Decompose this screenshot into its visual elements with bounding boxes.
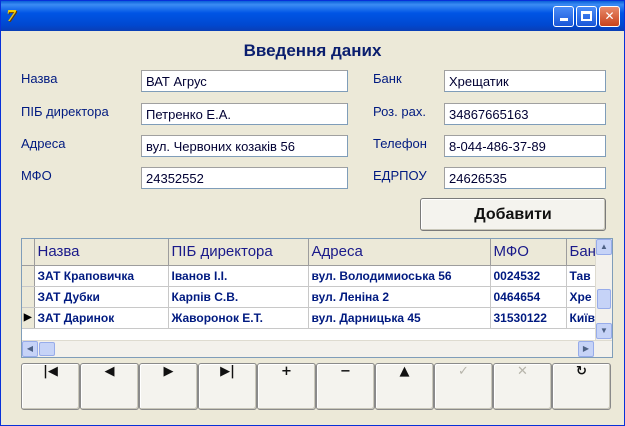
account-label: Роз. рах. — [373, 104, 426, 119]
form-title: Введення даних — [243, 41, 382, 60]
phone-label: Телефон — [373, 136, 427, 151]
account-field[interactable]: 34867665163 — [444, 103, 606, 125]
close-button[interactable]: ✕ — [599, 6, 620, 27]
prior-record-button[interactable]: ◀ — [80, 363, 139, 410]
cell-name[interactable]: ЗАТ Дубки — [34, 286, 169, 308]
column-header-name[interactable]: Назва — [34, 239, 169, 266]
address-label: Адреса — [21, 136, 66, 151]
cancel-record-button[interactable]: ✕ — [493, 363, 552, 410]
row-indicator[interactable] — [22, 265, 35, 287]
title-bar[interactable]: 7 ✕ — [1, 1, 624, 31]
cell-mfo[interactable]: 0024532 — [490, 265, 567, 287]
first-record-button[interactable]: |◀ — [21, 363, 80, 410]
vertical-scrollbar[interactable]: ▲ ▼ — [595, 239, 612, 340]
main-window: 7 ✕ Введення даних Назва ВАТ Агрус ПІБ д… — [0, 0, 625, 426]
minimize-button[interactable] — [553, 6, 574, 27]
scroll-right-icon[interactable]: ▶ — [578, 341, 594, 357]
delete-record-button[interactable]: − — [316, 363, 375, 410]
edit-record-button[interactable]: ▲ — [375, 363, 434, 410]
row-indicator[interactable] — [22, 286, 35, 308]
scroll-up-icon[interactable]: ▲ — [596, 239, 612, 255]
cell-address[interactable]: вул. Леніна 2 — [308, 286, 491, 308]
minus-icon: − — [340, 364, 351, 379]
minimize-icon — [559, 18, 568, 21]
maximize-button[interactable] — [576, 6, 597, 27]
table-row[interactable]: ЗАТ Дубки Карпів С.В. вул. Леніна 2 0464… — [22, 286, 607, 308]
cell-director[interactable]: Жаворонок Е.Т. — [168, 307, 309, 329]
data-grid[interactable]: Назва ПІБ директора Адреса МФО Банк ЗАТ … — [21, 238, 613, 358]
address-field[interactable]: вул. Червоних козаків 56 — [141, 135, 348, 157]
next-record-button[interactable]: ▶ — [139, 363, 198, 410]
grid-header-row: Назва ПІБ директора Адреса МФО Банк — [22, 239, 607, 266]
close-icon: ✕ — [604, 9, 615, 23]
edrpou-label: ЕДРПОУ — [373, 168, 427, 183]
scroll-down-icon[interactable]: ▼ — [596, 323, 612, 339]
db-navigator: |◀ ◀ ▶ ▶| + − ▲ ✓ ✕ ↻ — [21, 363, 611, 410]
cancel-icon: ✕ — [517, 364, 528, 379]
column-header-address[interactable]: Адреса — [308, 239, 491, 266]
cell-mfo[interactable]: 31530122 — [490, 307, 567, 329]
vertical-scroll-thumb[interactable] — [597, 289, 611, 309]
director-field[interactable]: Петренко Е.А. — [141, 103, 348, 125]
director-label: ПІБ директора — [21, 104, 109, 119]
refresh-records-button[interactable]: ↻ — [552, 363, 611, 410]
current-row-indicator-icon[interactable]: ▶ — [22, 307, 35, 329]
cell-address[interactable]: вул. Володимиоська 56 — [308, 265, 491, 287]
horizontal-scrollbar[interactable]: ◀ ▶ — [22, 340, 612, 357]
cell-mfo[interactable]: 0464654 — [490, 286, 567, 308]
cell-name[interactable]: ЗАТ Даринок — [34, 307, 169, 329]
add-button[interactable]: Добавити — [420, 198, 606, 231]
refresh-icon: ↻ — [576, 364, 587, 379]
edrpou-field[interactable]: 24626535 — [444, 167, 606, 189]
checkmark-icon: ✓ — [458, 364, 469, 379]
mfo-label: МФО — [21, 168, 52, 183]
maximize-icon — [581, 11, 592, 21]
prior-record-icon: ◀ — [104, 364, 115, 379]
grid-corner — [22, 239, 35, 266]
column-header-mfo[interactable]: МФО — [490, 239, 567, 266]
table-row[interactable]: ЗАТ Краповичка Іванов І.І. вул. Володими… — [22, 265, 607, 287]
bank-field[interactable]: Хрещатик — [444, 70, 606, 92]
cell-name[interactable]: ЗАТ Краповичка — [34, 265, 169, 287]
mfo-field[interactable]: 24352552 — [141, 167, 348, 189]
name-label: Назва — [21, 71, 58, 86]
phone-field[interactable]: 8-044-486-37-89 — [444, 135, 606, 157]
edit-icon: ▲ — [399, 364, 410, 379]
cell-director[interactable]: Карпів С.В. — [168, 286, 309, 308]
name-field[interactable]: ВАТ Агрус — [141, 70, 348, 92]
plus-icon: + — [281, 364, 292, 379]
cell-director[interactable]: Іванов І.І. — [168, 265, 309, 287]
column-header-director[interactable]: ПІБ директора — [168, 239, 309, 266]
cell-address[interactable]: вул. Дарницька 45 — [308, 307, 491, 329]
first-record-icon: |◀ — [43, 364, 58, 379]
bank-label: Банк — [373, 71, 402, 86]
horizontal-scroll-thumb[interactable] — [39, 342, 55, 356]
post-record-button[interactable]: ✓ — [434, 363, 493, 410]
insert-record-button[interactable]: + — [257, 363, 316, 410]
next-record-icon: ▶ — [163, 364, 174, 379]
grid-table: Назва ПІБ директора Адреса МФО Банк ЗАТ … — [22, 239, 607, 329]
last-record-icon: ▶| — [220, 364, 235, 379]
table-row[interactable]: ▶ ЗАТ Даринок Жаворонок Е.Т. вул. Дарниц… — [22, 307, 607, 329]
app-icon[interactable]: 7 — [6, 7, 24, 25]
scroll-left-icon[interactable]: ◀ — [22, 341, 38, 357]
last-record-button[interactable]: ▶| — [198, 363, 257, 410]
